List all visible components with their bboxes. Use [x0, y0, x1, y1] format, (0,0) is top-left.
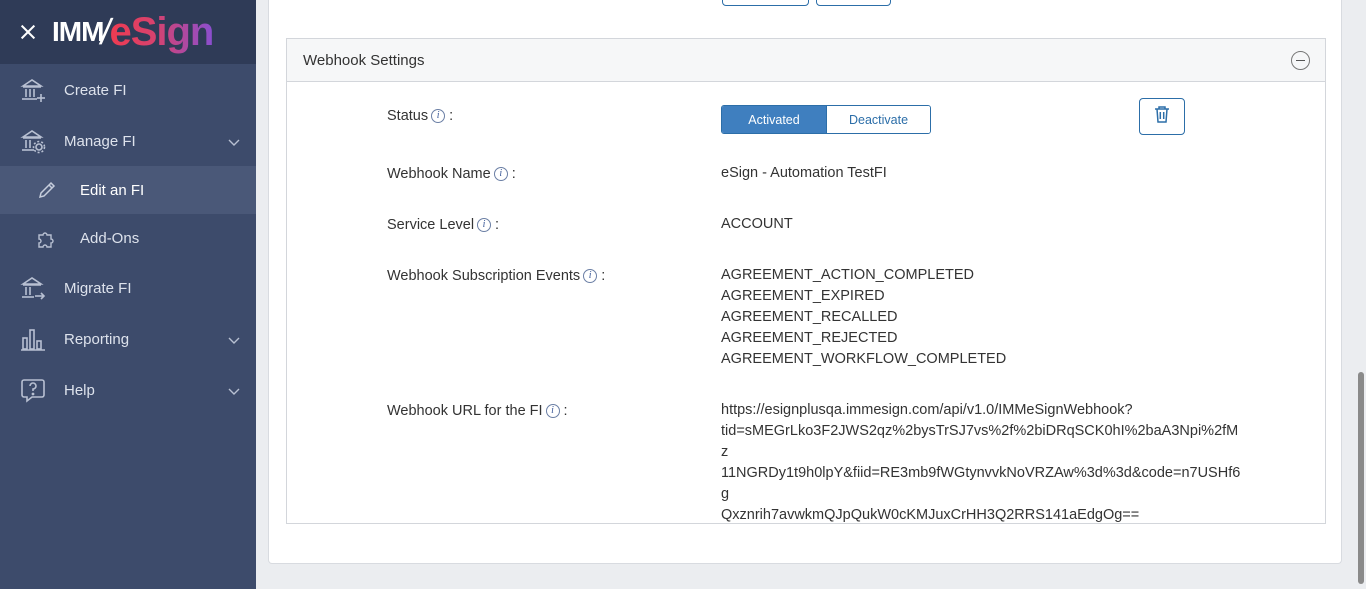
bank-arrow-icon — [20, 275, 46, 301]
status-label-text: Status — [387, 108, 429, 124]
subscription-events-list: AGREEMENT_ACTION_COMPLETED AGREEMENT_EXP… — [721, 265, 1006, 370]
sidebar-item-label: Migrate FI — [64, 279, 132, 297]
trash-icon — [1154, 105, 1170, 128]
info-icon[interactable]: i — [493, 167, 508, 181]
webhook-url-label: Webhook URL for the FI i : — [387, 403, 568, 419]
puzzle-icon — [36, 227, 58, 249]
top-button-2[interactable] — [816, 0, 891, 6]
sidebar-item-migrate-fi[interactable]: Migrate FI — [0, 275, 256, 301]
scrollbar[interactable] — [1358, 372, 1364, 584]
sidebar-item-reporting[interactable]: Reporting — [0, 326, 256, 352]
bank-plus-icon — [20, 77, 46, 103]
event-item: AGREEMENT_RECALLED — [721, 309, 898, 325]
status-label: Status i : — [387, 108, 453, 124]
subscription-events-label: Webhook Subscription Events i : — [387, 268, 605, 284]
chevron-down-icon — [228, 333, 240, 345]
webhook-settings-panel: Webhook Settings Status i : Activated De… — [286, 38, 1326, 524]
event-item: AGREEMENT_ACTION_COMPLETED — [721, 267, 974, 283]
event-item: AGREEMENT_REJECTED — [721, 330, 898, 346]
activated-button[interactable]: Activated — [722, 106, 826, 133]
label-colon: : — [495, 217, 500, 233]
webhook-name-label-text: Webhook Name — [387, 166, 491, 182]
close-icon[interactable] — [18, 22, 38, 42]
sidebar-item-help[interactable]: Help — [0, 377, 256, 403]
service-level-value: ACCOUNT — [721, 216, 793, 232]
url-line: Qxznrih7avwkmQJpQukW0cKMJuxCrHH3Q2RRS141… — [721, 507, 1140, 523]
logo-imm: IMM — [52, 16, 104, 47]
info-icon[interactable]: i — [545, 404, 560, 418]
subscription-events-label-text: Webhook Subscription Events — [387, 268, 581, 284]
label-colon: : — [449, 108, 454, 124]
sidebar-item-add-ons[interactable]: Add-Ons — [0, 214, 256, 262]
logo-esign: eSign — [109, 9, 214, 54]
bank-gear-icon — [20, 128, 46, 154]
webhook-url-label-text: Webhook URL for the FI — [387, 403, 543, 419]
info-icon[interactable]: i — [431, 109, 446, 123]
url-line: 11NGRDy1t9h0lpY&fiid=RE3mb9fWGtynvvkNoVR… — [721, 465, 1241, 502]
sidebar-item-edit-fi[interactable]: Edit an FI — [0, 166, 256, 214]
help-icon — [20, 377, 46, 403]
info-icon[interactable]: i — [583, 269, 598, 283]
sidebar-header: IMM / eSign — [0, 0, 256, 64]
url-line: tid=sMEGrLko3F2JWS2qz%2bysTrSJ7vs%2f%2bi… — [721, 423, 1239, 460]
service-level-label: Service Level i : — [387, 217, 499, 233]
sidebar-item-label: Manage FI — [64, 132, 136, 150]
webhook-url-value: https://esignplusqa.immesign.com/api/v1.… — [721, 400, 1241, 526]
label-colon: : — [563, 403, 568, 419]
bar-chart-icon — [20, 326, 46, 352]
sidebar-item-label: Edit an FI — [80, 181, 145, 199]
sidebar-item-label: Help — [64, 381, 95, 399]
sidebar-item-label: Add-Ons — [80, 229, 140, 247]
collapse-icon[interactable] — [1291, 51, 1310, 70]
sidebar-item-create-fi[interactable]: Create FI — [0, 77, 256, 103]
label-colon: : — [601, 268, 606, 284]
sidebar-item-label: Create FI — [64, 81, 127, 99]
event-item: AGREEMENT_EXPIRED — [721, 288, 885, 304]
top-button-1[interactable] — [722, 0, 809, 6]
delete-button[interactable] — [1139, 98, 1185, 135]
app-logo: IMM / eSign — [52, 0, 214, 64]
webhook-name-value: eSign - Automation TestFI — [721, 165, 887, 181]
event-item: AGREEMENT_WORKFLOW_COMPLETED — [721, 351, 1007, 367]
sidebar-item-label: Reporting — [64, 330, 130, 348]
url-line: https://esignplusqa.immesign.com/api/v1.… — [721, 402, 1133, 418]
service-level-label-text: Service Level — [387, 217, 475, 233]
webhook-name-label: Webhook Name i : — [387, 166, 516, 182]
status-toggle: Activated Deactivate — [721, 105, 931, 134]
pencil-icon — [36, 179, 58, 201]
chevron-down-icon — [228, 135, 240, 147]
panel-title: Webhook Settings — [303, 52, 425, 69]
label-colon: : — [511, 166, 516, 182]
sidebar-item-manage-fi[interactable]: Manage FI — [0, 128, 256, 154]
main-card: Webhook Settings Status i : Activated De… — [268, 0, 1342, 564]
sidebar: IMM / eSign Create FI Manage FI Edit an … — [0, 0, 256, 589]
deactivate-button[interactable]: Deactivate — [826, 106, 930, 133]
info-icon[interactable]: i — [477, 218, 492, 232]
chevron-down-icon — [228, 384, 240, 396]
panel-header[interactable]: Webhook Settings — [287, 39, 1325, 82]
